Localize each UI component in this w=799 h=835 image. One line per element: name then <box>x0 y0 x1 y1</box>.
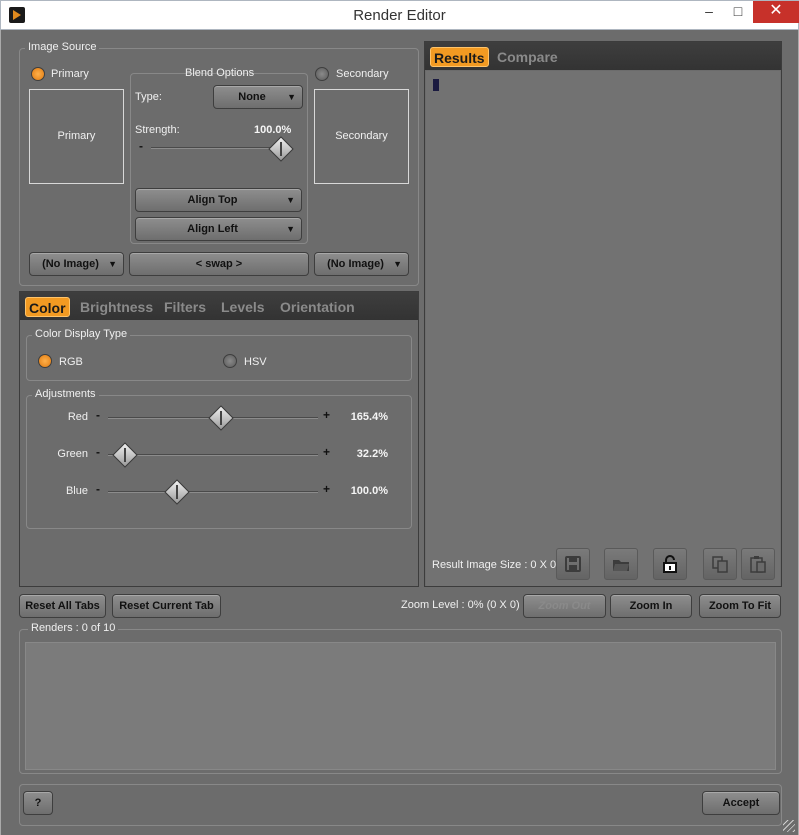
blend-type-combo[interactable]: None <box>213 85 303 109</box>
open-folder-icon <box>613 560 629 571</box>
strength-slider-track[interactable] <box>151 147 281 149</box>
green-label: Green <box>57 448 88 460</box>
rgb-radio[interactable] <box>38 354 52 368</box>
zoom-in-button[interactable]: Zoom In <box>610 594 692 618</box>
hsv-radio[interactable] <box>223 354 237 368</box>
secondary-image-box[interactable]: Secondary <box>314 89 409 184</box>
result-image-size: Result Image Size : 0 X 0 <box>432 559 557 571</box>
secondary-image-combo[interactable]: (No Image) <box>314 252 409 276</box>
open-button[interactable] <box>604 548 638 580</box>
help-icon: ? <box>34 797 42 809</box>
resize-grip-icon[interactable] <box>783 820 795 832</box>
close-button[interactable]: ✕ <box>753 1 799 23</box>
strength-slider-thumb[interactable] <box>268 136 294 162</box>
blend-options-label: Blend Options <box>185 67 255 79</box>
adjust-tab-bar: Color Brightness Filters Levels Orientat… <box>20 292 418 320</box>
adjustments-label: Adjustments <box>32 388 99 400</box>
minimize-button[interactable]: – <box>696 1 722 23</box>
blue-label: Blue <box>65 485 88 497</box>
blue-slider-thumb[interactable] <box>164 479 191 505</box>
renders-label: Renders : 0 of 10 <box>28 622 119 634</box>
accept-button[interactable]: Accept <box>702 791 780 815</box>
save-button[interactable] <box>556 548 590 580</box>
paste-button[interactable] <box>741 548 775 580</box>
green-minus-icon[interactable]: - <box>96 445 100 459</box>
tab-results[interactable]: Results <box>430 47 489 67</box>
color-display-group <box>26 335 412 381</box>
save-icon <box>565 556 581 572</box>
result-image-area[interactable]: Result Image Size : 0 X 0 <box>426 71 780 586</box>
red-value: 165.4% <box>350 411 388 423</box>
red-label: Red <box>67 411 88 423</box>
title-bar: Render Editor – □ ✕ <box>0 0 799 30</box>
blend-type-label: Type: <box>135 91 162 103</box>
tab-brightness[interactable]: Brightness <box>77 297 156 317</box>
primary-image-combo[interactable]: (No Image) <box>29 252 124 276</box>
renders-list[interactable] <box>25 642 776 770</box>
green-plus-icon[interactable]: + <box>323 445 330 459</box>
align-top-combo[interactable]: Align Top <box>135 188 302 212</box>
secondary-radio[interactable] <box>315 67 329 81</box>
image-source-label: Image Source <box>25 41 100 53</box>
strength-minus-icon[interactable]: - <box>139 139 143 153</box>
green-slider-thumb[interactable] <box>112 442 138 468</box>
blue-value: 100.0% <box>350 485 388 497</box>
blue-plus-icon[interactable]: + <box>323 482 330 496</box>
primary-image-box[interactable]: Primary <box>29 89 124 184</box>
tab-color[interactable]: Color <box>25 297 70 317</box>
red-slider-thumb[interactable] <box>208 405 235 431</box>
primary-radio-label: Primary <box>51 68 89 80</box>
rgb-radio-label: RGB <box>59 356 83 368</box>
primary-radio[interactable] <box>31 67 45 81</box>
zoom-to-fit-button[interactable]: Zoom To Fit <box>699 594 781 618</box>
paste-icon <box>750 556 766 573</box>
footer-bar <box>19 784 782 826</box>
maximize-button[interactable]: □ <box>725 1 751 23</box>
secondary-radio-label: Secondary <box>336 68 389 80</box>
swap-button[interactable]: < swap > <box>129 252 309 276</box>
help-button[interactable]: ? <box>23 791 53 815</box>
zoom-out-button[interactable]: Zoom Out <box>523 594 606 618</box>
secondary-box-label: Secondary <box>335 130 388 142</box>
zoom-level-text: Zoom Level : 0% (0 X 0) <box>401 599 520 611</box>
tab-orientation[interactable]: Orientation <box>277 297 358 317</box>
window-title: Render Editor <box>353 7 446 24</box>
lock-button[interactable] <box>653 548 687 580</box>
lock-icon <box>663 555 677 573</box>
align-left-combo[interactable]: Align Left <box>135 217 302 241</box>
strength-value: 100.0% <box>254 124 292 136</box>
results-panel: Results Compare Result Image Size : 0 X … <box>424 41 782 587</box>
results-tab-bar: Results Compare <box>425 42 781 70</box>
tab-compare[interactable]: Compare <box>494 47 561 67</box>
blue-slider-track[interactable] <box>108 491 318 493</box>
blue-minus-icon[interactable]: - <box>96 482 100 496</box>
tab-filters[interactable]: Filters <box>161 297 209 317</box>
red-plus-icon[interactable]: + <box>323 408 330 422</box>
reset-current-tab-button[interactable]: Reset Current Tab <box>112 594 221 618</box>
green-value: 32.2% <box>356 448 388 460</box>
text-cursor <box>433 79 439 91</box>
adjust-tab-panel: Color Brightness Filters Levels Orientat… <box>19 291 419 587</box>
red-minus-icon[interactable]: - <box>96 408 100 422</box>
copy-button[interactable] <box>703 548 737 580</box>
reset-all-tabs-button[interactable]: Reset All Tabs <box>19 594 106 618</box>
copy-icon <box>712 556 728 573</box>
primary-box-label: Primary <box>57 130 96 142</box>
window-client: Image Source Primary Primary Blend Optio… <box>0 30 799 835</box>
color-display-label: Color Display Type <box>32 328 131 340</box>
hsv-radio-label: HSV <box>244 356 267 368</box>
tab-levels[interactable]: Levels <box>218 297 268 317</box>
strength-label: Strength: <box>135 124 180 136</box>
green-slider-track[interactable] <box>108 454 318 456</box>
